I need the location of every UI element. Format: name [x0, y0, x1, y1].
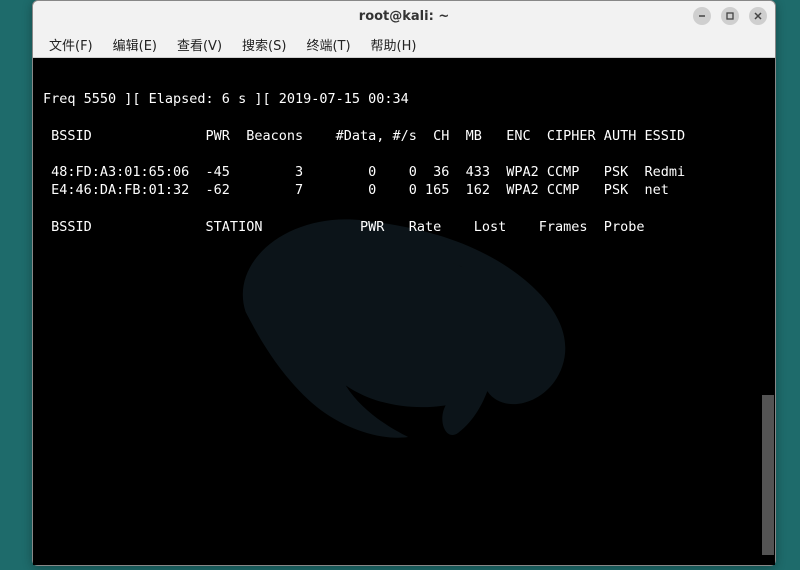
scrollbar[interactable] — [761, 58, 775, 561]
maximize-button[interactable] — [721, 7, 739, 25]
menu-view[interactable]: 查看(V) — [169, 32, 230, 57]
station-header: BSSID STATION PWR Rate Lost Frames Probe — [43, 219, 644, 235]
menu-file[interactable]: 文件(F) — [41, 32, 101, 57]
terminal-output: Freq 5550 ][ Elapsed: 6 s ][ 2019-07-15 … — [33, 58, 775, 565]
menu-terminal[interactable]: 终端(T) — [298, 32, 358, 57]
window-title: root@kali: ~ — [359, 9, 449, 24]
ap-row-2: E4:46:DA:FB:01:32 -62 7 0 0 165 162 WPA2… — [43, 182, 669, 198]
minimize-button[interactable] — [693, 7, 711, 25]
ap-header: BSSID PWR Beacons #Data, #/s CH MB ENC C… — [43, 128, 685, 144]
menu-help[interactable]: 帮助(H) — [363, 32, 425, 57]
close-button[interactable] — [749, 7, 767, 25]
minimize-icon — [697, 11, 707, 21]
menu-edit[interactable]: 编辑(E) — [105, 32, 165, 57]
scrollbar-thumb[interactable] — [762, 395, 774, 555]
scrollbar-track[interactable] — [762, 58, 774, 561]
close-icon — [753, 11, 763, 21]
menu-search[interactable]: 搜索(S) — [234, 32, 294, 57]
ap-row-1: 48:FD:A3:01:65:06 -45 3 0 0 36 433 WPA2 … — [43, 164, 685, 180]
terminal-area[interactable]: Freq 5550 ][ Elapsed: 6 s ][ 2019-07-15 … — [33, 58, 775, 565]
terminal-window: root@kali: ~ 文件(F) 编辑(E) 查看(V) 搜索(S) 终端(… — [32, 0, 776, 566]
window-controls — [693, 7, 767, 25]
maximize-icon — [725, 11, 735, 21]
menubar: 文件(F) 编辑(E) 查看(V) 搜索(S) 终端(T) 帮助(H) — [33, 31, 775, 58]
status-line: Freq 5550 ][ Elapsed: 6 s ][ 2019-07-15 … — [43, 91, 409, 107]
titlebar[interactable]: root@kali: ~ — [33, 1, 775, 31]
